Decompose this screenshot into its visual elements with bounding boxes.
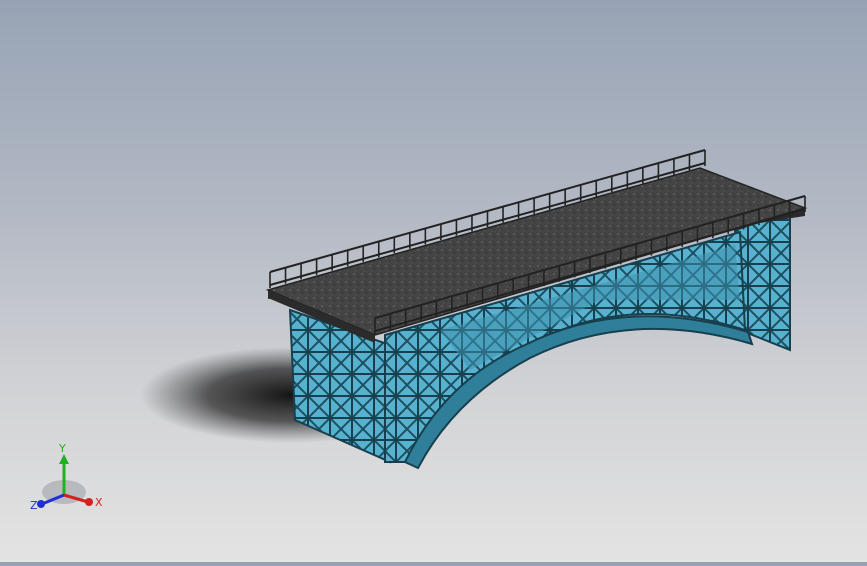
y-axis-label: Y: [58, 442, 66, 455]
z-axis-label: Z: [30, 499, 38, 512]
orientation-triad[interactable]: Y X Z: [28, 440, 108, 520]
model-viewport[interactable]: Y X Z: [0, 0, 867, 562]
y-axis-head: [59, 454, 69, 464]
bridge-model[interactable]: [0, 0, 867, 562]
z-axis-head: [37, 500, 45, 508]
x-axis-head: [85, 498, 93, 506]
x-axis-label: X: [95, 496, 103, 509]
